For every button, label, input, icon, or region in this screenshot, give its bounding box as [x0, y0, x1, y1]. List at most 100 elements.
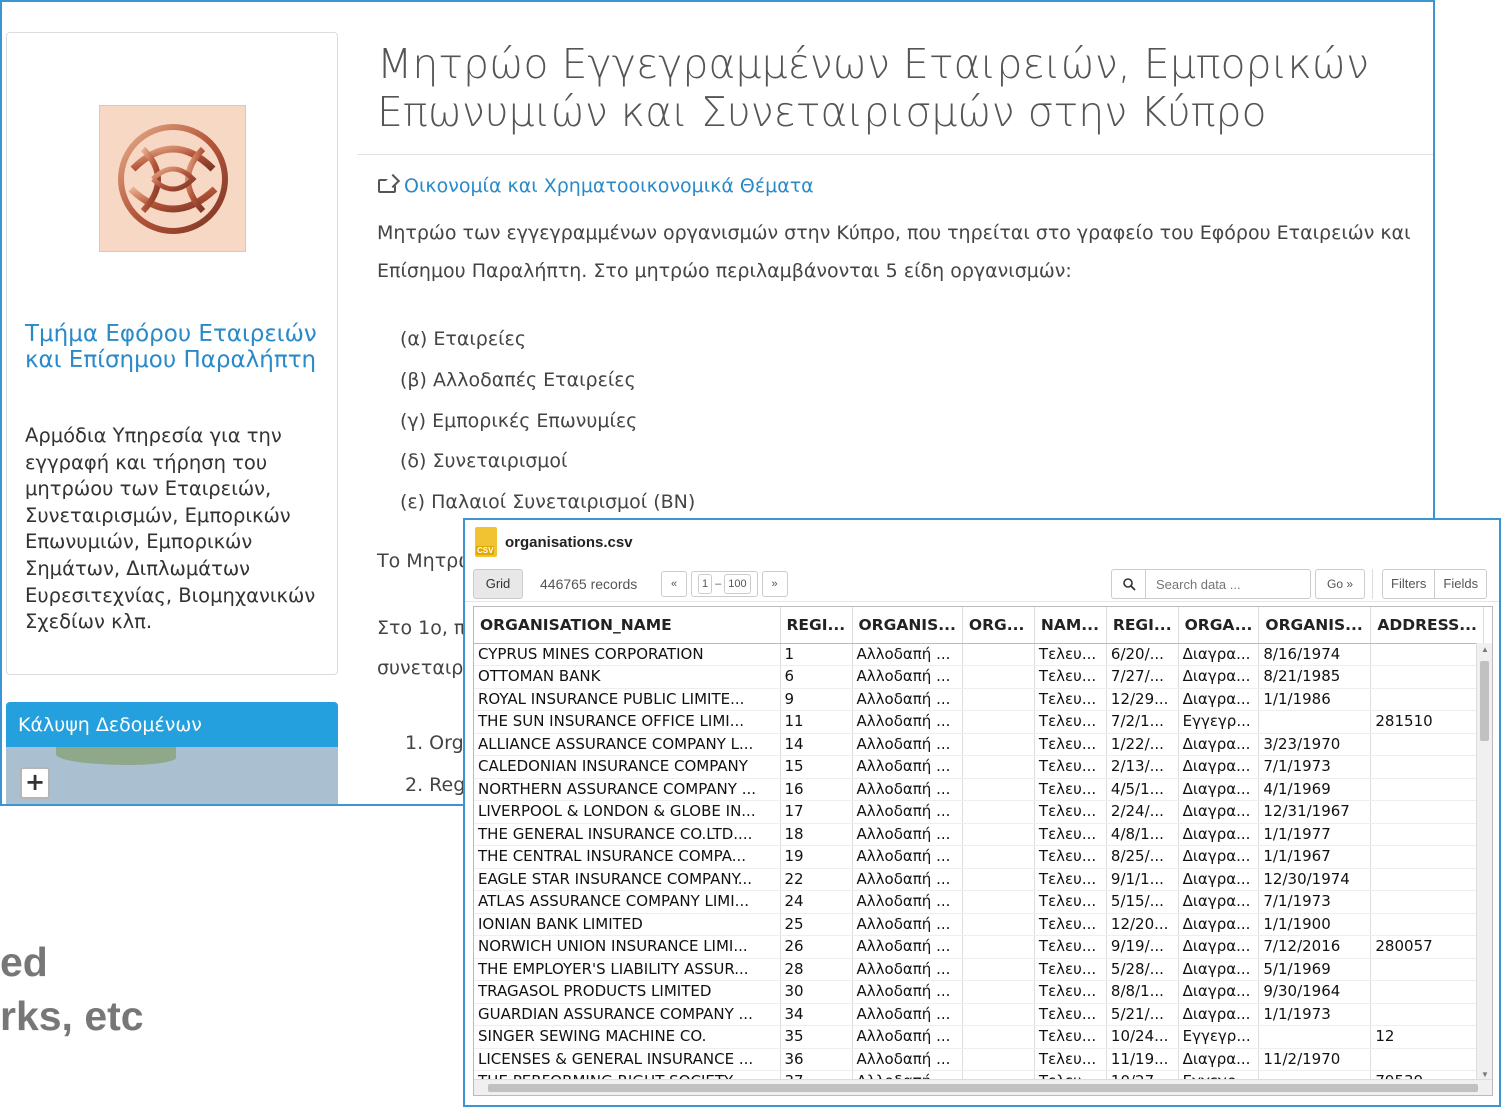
- table-cell[interactable]: Τελευ...: [1034, 688, 1107, 711]
- table-cell[interactable]: Τελευ...: [1034, 1048, 1107, 1071]
- table-cell[interactable]: Τελευ...: [1034, 1025, 1107, 1049]
- table-cell[interactable]: 30: [780, 980, 853, 1004]
- fields-button[interactable]: Fields: [1434, 570, 1486, 598]
- table-cell[interactable]: [962, 823, 1035, 846]
- table-cell[interactable]: [962, 755, 1035, 779]
- table-row[interactable]: NORTHERN ASSURANCE COMPANY ... 16 Αλλοδαπή…: [474, 778, 1484, 801]
- table-cell[interactable]: 22: [780, 868, 853, 891]
- column-header[interactable]: REGI...: [780, 607, 853, 644]
- table-cell[interactable]: 1/1/1973: [1258, 1003, 1372, 1026]
- table-cell[interactable]: 8/21/1985: [1258, 665, 1372, 689]
- table-cell[interactable]: NORTHERN ASSURANCE COMPANY ...: [474, 778, 781, 801]
- table-row[interactable]: ALLIANCE ASSURANCE COMPANY L... 14 Αλλοδαπ…: [474, 733, 1484, 756]
- table-cell[interactable]: Διαγρα...: [1178, 980, 1260, 1004]
- map-zoom-in-button[interactable]: +: [20, 767, 50, 799]
- table-cell[interactable]: Διαγρα...: [1178, 935, 1260, 959]
- table-cell[interactable]: THE CENTRAL INSURANCE COMPA...: [474, 845, 781, 869]
- scroll-down-arrow-icon[interactable]: ▼: [1481, 1070, 1489, 1079]
- table-cell[interactable]: [1370, 845, 1484, 869]
- filters-button[interactable]: Filters: [1383, 570, 1434, 598]
- table-cell[interactable]: TRAGASOL PRODUCTS LIMITED: [474, 980, 781, 1004]
- table-cell[interactable]: Διαγρα...: [1178, 958, 1260, 981]
- table-cell[interactable]: [962, 778, 1035, 801]
- table-row[interactable]: LIVERPOOL & LONDON & GLOBE IN... 17 Αλλοδα…: [474, 800, 1484, 824]
- table-cell[interactable]: Τελευ...: [1034, 1003, 1107, 1026]
- table-cell[interactable]: Διαγρα...: [1178, 755, 1260, 779]
- table-cell[interactable]: [1370, 800, 1484, 824]
- table-cell[interactable]: 5/1/1969: [1258, 958, 1372, 981]
- table-cell[interactable]: [1370, 890, 1484, 914]
- vertical-scroll-thumb[interactable]: [1480, 661, 1489, 741]
- table-cell[interactable]: 26: [780, 935, 853, 959]
- table-cell[interactable]: 281510: [1370, 710, 1484, 734]
- table-cell[interactable]: Τελευ...: [1034, 778, 1107, 801]
- table-cell[interactable]: [962, 935, 1035, 959]
- table-cell[interactable]: 7/2/1...: [1106, 710, 1179, 734]
- table-cell[interactable]: [962, 845, 1035, 869]
- table-cell[interactable]: [962, 1025, 1035, 1049]
- table-cell[interactable]: Διαγρα...: [1178, 845, 1260, 869]
- table-cell[interactable]: LIVERPOOL & LONDON & GLOBE IN...: [474, 800, 781, 824]
- table-cell[interactable]: Τελευ...: [1034, 710, 1107, 734]
- table-cell[interactable]: SINGER SEWING MACHINE CO.: [474, 1025, 781, 1049]
- table-cell[interactable]: 4/1/1969: [1258, 778, 1372, 801]
- table-cell[interactable]: CALEDONIAN INSURANCE COMPANY: [474, 755, 781, 779]
- table-cell[interactable]: 12/29...: [1106, 688, 1179, 711]
- table-cell[interactable]: 3/23/1970: [1258, 733, 1372, 756]
- table-cell[interactable]: Διαγρα...: [1178, 913, 1260, 936]
- table-cell[interactable]: 9/19/...: [1106, 935, 1179, 959]
- table-cell[interactable]: 8/8/1...: [1106, 980, 1179, 1004]
- table-cell[interactable]: [1370, 913, 1484, 936]
- table-cell[interactable]: Τελευ...: [1034, 913, 1107, 936]
- table-row[interactable]: IONIAN BANK LIMITED 25 Αλλοδαπή ... Τελευ..…: [474, 913, 1484, 936]
- table-cell[interactable]: 35: [780, 1025, 853, 1049]
- table-cell[interactable]: 12/30/1974: [1258, 868, 1372, 891]
- table-cell[interactable]: [1370, 778, 1484, 801]
- table-cell[interactable]: Τελευ...: [1034, 823, 1107, 846]
- column-header[interactable]: ORGANIS...: [1258, 607, 1372, 644]
- table-cell[interactable]: [1370, 755, 1484, 779]
- table-cell[interactable]: 11/2/1970: [1258, 1048, 1372, 1071]
- column-header[interactable]: ORG...: [962, 607, 1035, 644]
- table-cell[interactable]: Τελευ...: [1034, 935, 1107, 959]
- column-header[interactable]: ORGANIS...: [852, 607, 963, 644]
- page-to-input[interactable]: 100: [724, 574, 751, 594]
- table-cell[interactable]: Διαγρα...: [1178, 1003, 1260, 1026]
- table-cell[interactable]: ROYAL INSURANCE PUBLIC LIMITE...: [474, 688, 781, 711]
- table-cell[interactable]: 4/8/1...: [1106, 823, 1179, 846]
- table-cell[interactable]: Αλλοδαπή ...: [852, 1025, 963, 1049]
- coverage-map[interactable]: +: [6, 747, 338, 804]
- table-cell[interactable]: Αλλοδαπή ...: [852, 800, 963, 824]
- table-cell[interactable]: 6: [780, 665, 853, 689]
- table-cell[interactable]: [962, 643, 1035, 666]
- table-cell[interactable]: 1/22/...: [1106, 733, 1179, 756]
- table-cell[interactable]: 5/28/...: [1106, 958, 1179, 981]
- table-cell[interactable]: 1: [780, 643, 853, 666]
- table-cell[interactable]: Αλλοδαπή ...: [852, 778, 963, 801]
- table-cell[interactable]: [1370, 823, 1484, 846]
- table-cell[interactable]: Εγγεγρ...: [1178, 1025, 1260, 1049]
- table-cell[interactable]: [1370, 733, 1484, 756]
- table-cell[interactable]: [962, 958, 1035, 981]
- table-cell[interactable]: [1370, 665, 1484, 689]
- table-cell[interactable]: Αλλοδαπή ...: [852, 688, 963, 711]
- table-row[interactable]: NORWICH UNION INSURANCE LIMI... 26 Αλλοδαπ…: [474, 935, 1484, 959]
- table-cell[interactable]: Τελευ...: [1034, 665, 1107, 689]
- table-cell[interactable]: THE EMPLOYER'S LIABILITY ASSUR...: [474, 958, 781, 981]
- table-cell[interactable]: Διαγρα...: [1178, 665, 1260, 689]
- table-cell[interactable]: Διαγρα...: [1178, 800, 1260, 824]
- table-cell[interactable]: 18: [780, 823, 853, 846]
- table-cell[interactable]: 10/24...: [1106, 1025, 1179, 1049]
- table-cell[interactable]: 1/1/1986: [1258, 688, 1372, 711]
- table-cell[interactable]: Αλλοδαπή ...: [852, 643, 963, 666]
- table-cell[interactable]: [962, 665, 1035, 689]
- table-cell[interactable]: Αλλοδαπή ...: [852, 755, 963, 779]
- table-cell[interactable]: 9/30/1964: [1258, 980, 1372, 1004]
- table-cell[interactable]: Διαγρα...: [1178, 868, 1260, 891]
- table-cell[interactable]: Αλλοδαπή ...: [852, 733, 963, 756]
- table-row[interactable]: CYPRUS MINES CORPORATION 1 Αλλοδαπή ... Τελ…: [474, 643, 1484, 666]
- table-row[interactable]: THE EMPLOYER'S LIABILITY ASSUR... 28 Αλλοδ…: [474, 958, 1484, 981]
- table-cell[interactable]: 16: [780, 778, 853, 801]
- table-cell[interactable]: Αλλοδαπή ...: [852, 1048, 963, 1071]
- table-row[interactable]: LICENSES & GENERAL INSURANCE ... 36 Αλλοδα…: [474, 1048, 1484, 1071]
